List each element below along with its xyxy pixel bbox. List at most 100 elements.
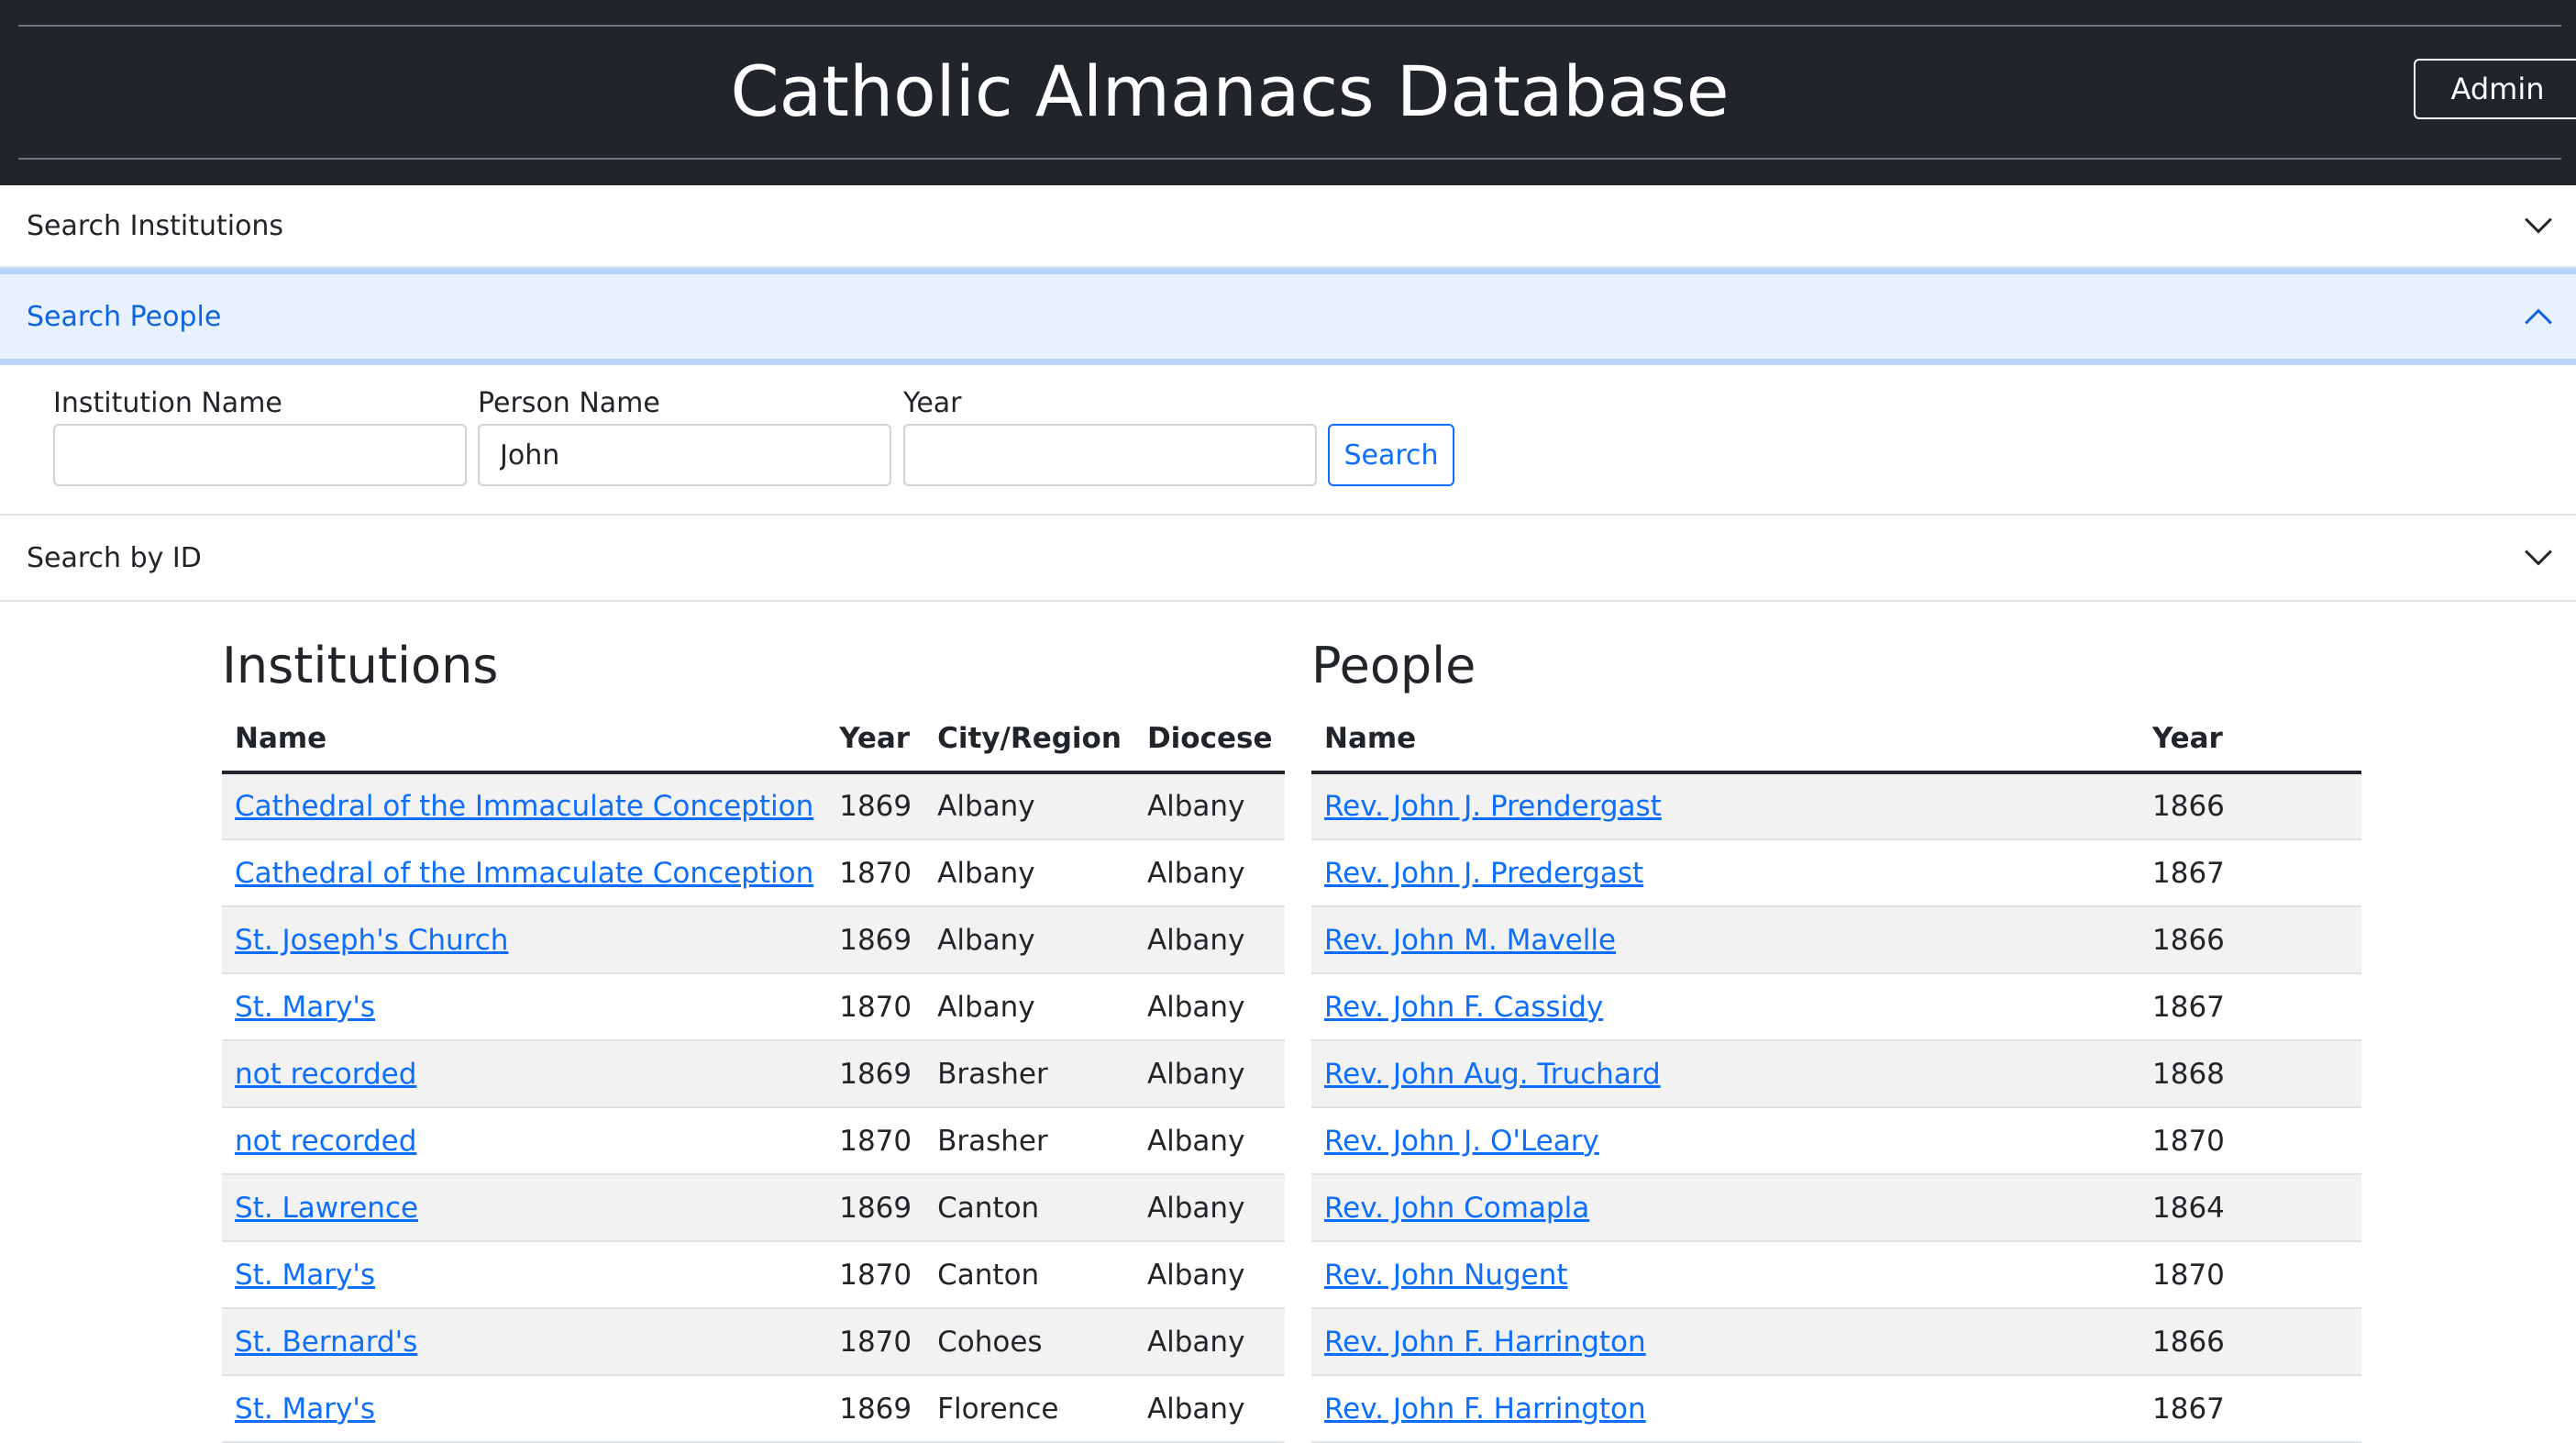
page-title: Catholic Almanacs Database — [730, 50, 1730, 132]
column-header-name[interactable]: Name — [222, 706, 827, 774]
table-cell: Brasher — [924, 1040, 1134, 1108]
table-row: Rev. John J. O'Leary 1870 — [1311, 1107, 2361, 1175]
record-link[interactable]: Rev. John Nugent — [1324, 1259, 1568, 1292]
chevron-down-icon — [2525, 549, 2552, 566]
name-cell: Rev. John Comapla — [1311, 1174, 2139, 1242]
table-row: not recorded 1870 Brasher Albany — [222, 1107, 1286, 1175]
table-cell: 1864 — [2139, 1174, 2361, 1242]
table-cell: 1867 — [2139, 1375, 2361, 1443]
record-link[interactable]: Rev. John J. O'Leary — [1324, 1125, 1599, 1158]
name-cell: St. Mary's — [222, 1375, 827, 1443]
record-link[interactable]: Rev. John Aug. Truchard — [1324, 1058, 1661, 1091]
accordion-label: Search Institutions — [27, 209, 284, 242]
table-cell: 1870 — [826, 1241, 925, 1309]
table-row: St. Mary's 1870 Albany Albany — [222, 973, 1286, 1041]
name-cell: St. Mary's — [222, 1241, 827, 1309]
name-cell: Rev. John F. Harrington — [1311, 1308, 2139, 1376]
record-link[interactable]: Rev. John J. Predergast — [1324, 857, 1643, 890]
person-name-label: Person Name — [478, 387, 660, 419]
record-link[interactable]: Rev. John Comapla — [1324, 1192, 1589, 1225]
header-divider-top — [18, 25, 2561, 27]
record-link[interactable]: Rev. John F. Harrington — [1324, 1326, 1646, 1359]
record-link[interactable]: St. Mary's — [235, 1259, 375, 1292]
search-button[interactable]: Search — [1328, 424, 1454, 486]
record-link[interactable]: St. Bernard's — [235, 1326, 417, 1359]
table-row: St. Mary's 1870 Canton Albany — [222, 1241, 1286, 1309]
record-link[interactable]: Rev. John J. Prendergast — [1324, 790, 1662, 823]
accordion-search-by-id[interactable]: Search by ID — [0, 514, 2576, 602]
table-header-row: Name Year — [1311, 706, 2361, 774]
name-cell: Rev. John J. Prendergast — [1311, 772, 2139, 840]
name-cell: St. Joseph's Church — [222, 906, 827, 974]
table-cell: 1870 — [826, 839, 925, 907]
table-cell: 1870 — [2139, 1107, 2361, 1175]
table-row: Rev. John F. Harrington 1867 — [1311, 1375, 2361, 1443]
table-row: not recorded 1869 Brasher Albany — [222, 1040, 1286, 1108]
table-cell: Albany — [924, 772, 1134, 840]
table-cell: 1869 — [826, 772, 925, 840]
table-row: St. Lawrence 1869 Canton Albany — [222, 1174, 1286, 1242]
table-cell: Albany — [1133, 1174, 1286, 1242]
table-cell: 1869 — [826, 1040, 925, 1108]
record-link[interactable]: Rev. John M. Mavelle — [1324, 924, 1616, 957]
table-cell: 1867 — [2139, 973, 2361, 1041]
name-cell: St. Bernard's — [222, 1308, 827, 1376]
table-cell: 1870 — [826, 1308, 925, 1376]
accordion-search-people[interactable]: Search People — [0, 268, 2576, 365]
app-header: Catholic Almanacs Database Admin — [0, 0, 2576, 185]
table-cell: Albany — [1133, 839, 1286, 907]
record-link[interactable]: Rev. John F. Cassidy — [1324, 991, 1603, 1024]
record-link[interactable]: not recorded — [235, 1058, 416, 1091]
record-link[interactable]: St. Mary's — [235, 991, 375, 1024]
table-cell: Albany — [924, 839, 1134, 907]
record-link[interactable]: Rev. John F. Harrington — [1324, 1393, 1646, 1426]
record-link[interactable]: Cathedral of the Immaculate Conception — [235, 790, 813, 823]
table-cell: 1866 — [2139, 906, 2361, 974]
table-row: Rev. John J. Prendergast 1866 — [1311, 772, 2361, 840]
table-cell: Albany — [1133, 1241, 1286, 1309]
table-cell: Albany — [1133, 772, 1286, 840]
table-cell: Albany — [1133, 973, 1286, 1041]
name-cell: Rev. John Nugent — [1311, 1241, 2139, 1309]
table-row: St. Joseph's Church 1869 Albany Albany — [222, 906, 1286, 974]
column-header-year[interactable]: Year — [2139, 706, 2361, 774]
name-cell: St. Mary's — [222, 973, 827, 1041]
table-cell: 1870 — [826, 1107, 925, 1175]
people-heading: People — [1311, 637, 1476, 694]
column-header-year[interactable]: Year — [826, 706, 925, 774]
table-row: Rev. John Aug. Truchard 1868 — [1311, 1040, 2361, 1108]
admin-button[interactable]: Admin — [2414, 59, 2576, 119]
name-cell: Rev. John F. Harrington — [1311, 1375, 2139, 1443]
table-cell: Albany — [924, 973, 1134, 1041]
table-cell: 1869 — [826, 906, 925, 974]
name-cell: Rev. John M. Mavelle — [1311, 906, 2139, 974]
table-cell: Brasher — [924, 1107, 1134, 1175]
institution-name-input[interactable] — [53, 424, 467, 486]
accordion-label: Search by ID — [27, 541, 202, 574]
table-cell: 1869 — [826, 1375, 925, 1443]
name-cell: St. Lawrence — [222, 1174, 827, 1242]
column-header-name[interactable]: Name — [1311, 706, 2139, 774]
name-cell: not recorded — [222, 1107, 827, 1175]
table-cell: 1870 — [826, 973, 925, 1041]
record-link[interactable]: St. Joseph's Church — [235, 924, 508, 957]
table-row: Cathedral of the Immaculate Conception 18… — [222, 839, 1286, 907]
table-cell: Cohoes — [924, 1308, 1134, 1376]
record-link[interactable]: St. Mary's — [235, 1393, 375, 1426]
person-name-input[interactable] — [478, 424, 891, 486]
table-row: Rev. John F. Harrington 1866 — [1311, 1308, 2361, 1376]
record-link[interactable]: not recorded — [235, 1125, 416, 1158]
year-label: Year — [903, 387, 962, 419]
institutions-heading: Institutions — [222, 637, 499, 694]
table-cell: Canton — [924, 1241, 1134, 1309]
record-link[interactable]: St. Lawrence — [235, 1192, 418, 1225]
column-header-diocese[interactable]: Diocese — [1133, 706, 1286, 774]
table-cell: 1870 — [2139, 1241, 2361, 1309]
people-table: Name Year Rev. John J. Prendergast 1866 Re… — [1311, 706, 2361, 1443]
accordion-search-institutions[interactable]: Search Institutions — [0, 185, 2576, 268]
table-row: Rev. John Nugent 1870 — [1311, 1241, 2361, 1309]
record-link[interactable]: Cathedral of the Immaculate Conception — [235, 857, 813, 890]
year-input[interactable] — [903, 424, 1317, 486]
table-row: St. Mary's 1869 Florence Albany — [222, 1375, 1286, 1443]
column-header-city-region[interactable]: City/Region — [924, 706, 1134, 774]
